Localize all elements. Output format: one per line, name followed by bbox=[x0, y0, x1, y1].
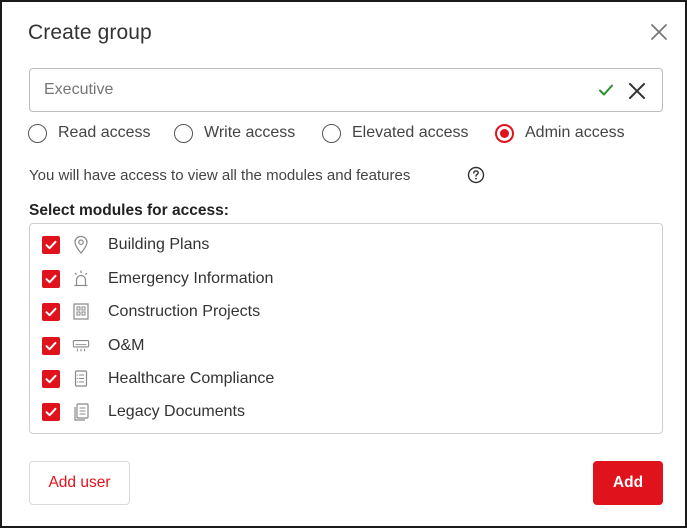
module-label: O&M bbox=[108, 337, 145, 354]
radio-button-selected[interactable] bbox=[495, 123, 514, 143]
radio-button[interactable] bbox=[28, 123, 47, 143]
module-item-o-and-m[interactable]: O&M bbox=[42, 335, 144, 357]
radio-button[interactable] bbox=[322, 123, 341, 143]
clipboard-list-icon bbox=[72, 369, 90, 389]
radio-elevated-access[interactable]: Elevated access bbox=[322, 122, 469, 144]
radio-label: Admin access bbox=[525, 124, 625, 141]
radio-label: Write access bbox=[204, 124, 296, 141]
module-label: Emergency Information bbox=[108, 270, 274, 287]
access-description: You will have access to view all the mod… bbox=[29, 167, 411, 184]
module-label: Construction Projects bbox=[108, 303, 261, 320]
radio-label: Elevated access bbox=[352, 124, 469, 141]
module-checkbox[interactable] bbox=[42, 370, 60, 388]
module-checkbox[interactable] bbox=[42, 270, 60, 288]
module-checkbox[interactable] bbox=[42, 403, 60, 421]
checkmark-icon[interactable] bbox=[598, 82, 614, 98]
module-item-building-plans[interactable]: Building Plans bbox=[42, 234, 209, 256]
group-name-input[interactable] bbox=[44, 79, 564, 101]
module-label: Healthcare Compliance bbox=[108, 370, 275, 387]
radio-button[interactable] bbox=[174, 123, 193, 143]
location-pin-icon bbox=[72, 235, 90, 255]
module-checkbox[interactable] bbox=[42, 337, 60, 355]
create-group-dialog: Create group Read access Write access bbox=[0, 0, 687, 528]
module-label: Building Plans bbox=[108, 236, 210, 253]
module-item-healthcare-compliance[interactable]: Healthcare Compliance bbox=[42, 368, 274, 390]
add-user-button[interactable]: Add user bbox=[29, 461, 130, 505]
radio-dot bbox=[500, 128, 509, 138]
module-checkbox[interactable] bbox=[42, 303, 60, 321]
question-circle-icon[interactable] bbox=[467, 166, 485, 184]
radio-read-access[interactable]: Read access bbox=[28, 122, 151, 144]
dialog-title: Create group bbox=[28, 21, 152, 44]
alarm-light-icon bbox=[72, 269, 90, 289]
module-item-construction-projects[interactable]: Construction Projects bbox=[42, 301, 260, 323]
building-icon bbox=[72, 302, 90, 322]
module-item-legacy-documents[interactable]: Legacy Documents bbox=[42, 401, 245, 423]
module-item-emergency-information[interactable]: Emergency Information bbox=[42, 268, 273, 290]
close-icon[interactable] bbox=[647, 20, 671, 44]
add-button[interactable]: Add bbox=[593, 461, 663, 505]
radio-label: Read access bbox=[58, 124, 151, 141]
module-label: Legacy Documents bbox=[108, 403, 245, 420]
radio-write-access[interactable]: Write access bbox=[174, 122, 295, 144]
clear-icon[interactable] bbox=[626, 80, 648, 102]
group-name-field[interactable] bbox=[29, 68, 663, 112]
air-conditioner-icon bbox=[72, 336, 90, 356]
documents-icon bbox=[72, 402, 90, 422]
radio-admin-access[interactable]: Admin access bbox=[495, 122, 625, 144]
module-checkbox[interactable] bbox=[42, 236, 60, 254]
modules-heading: Select modules for access: bbox=[29, 202, 229, 219]
module-list: Building Plans Emergency Information Con… bbox=[29, 223, 663, 434]
